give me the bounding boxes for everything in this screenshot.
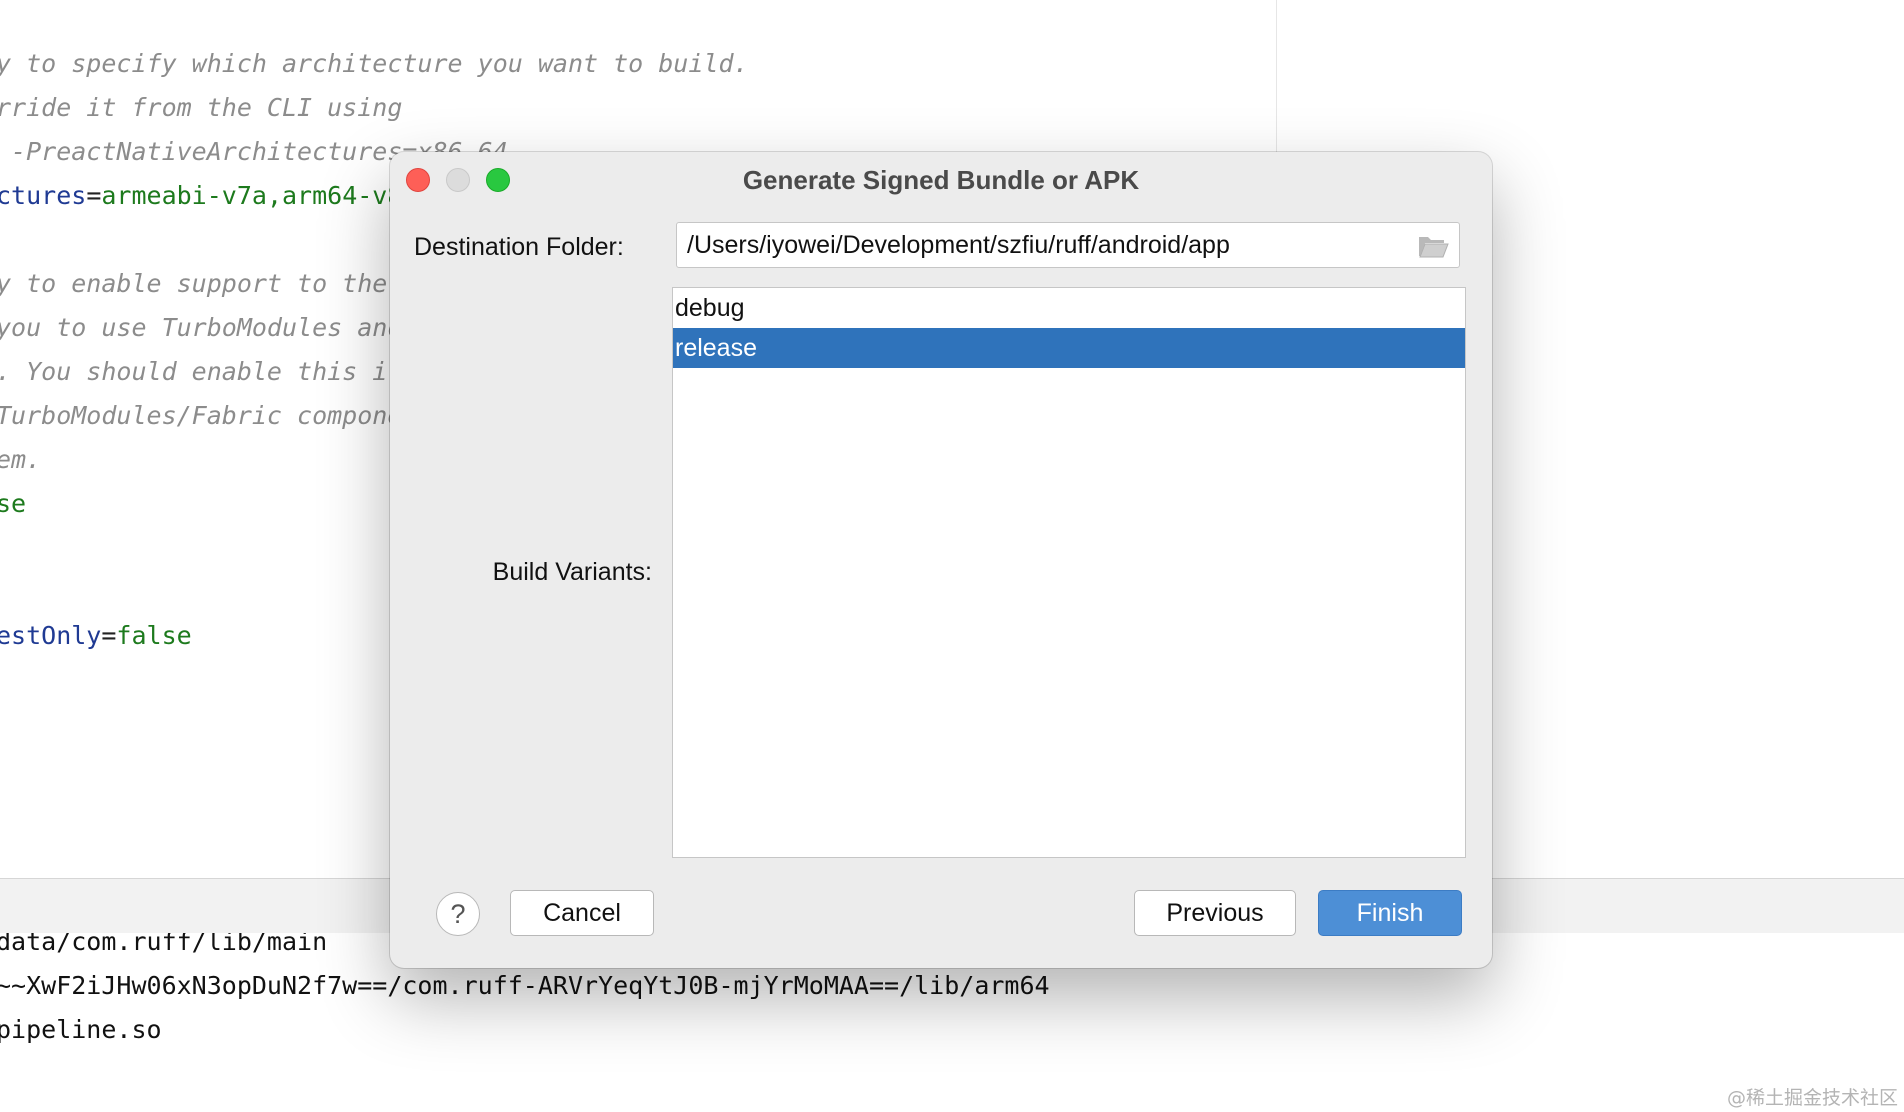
cancel-button[interactable]: Cancel xyxy=(510,890,654,936)
code-comment: y to enable support to the xyxy=(0,269,388,298)
property-key: estOnly xyxy=(0,621,102,650)
folder-browse-icon[interactable] xyxy=(1417,233,1449,259)
build-variants-label: Build Variants: xyxy=(492,558,652,586)
finish-button[interactable]: Finish xyxy=(1318,890,1462,936)
variant-item-release[interactable]: release xyxy=(673,328,1465,368)
watermark: @稀土掘金技术社区 xyxy=(1726,1087,1898,1109)
dialog-title: Generate Signed Bundle or APK xyxy=(742,165,1140,195)
previous-button[interactable]: Previous xyxy=(1134,890,1296,936)
code-line: rride it from the CLI using xyxy=(0,93,402,123)
code-line: TurboModules/Fabric components xyxy=(0,401,448,431)
equals-sign: = xyxy=(101,621,117,650)
code-comment: . You should enable this if xyxy=(0,357,403,386)
property-value: false xyxy=(116,621,192,650)
destination-folder-field[interactable]: /Users/iyowei/Development/szfiu/ruff/and… xyxy=(676,222,1460,268)
console-line: pipeline.so xyxy=(0,1015,162,1044)
console-line: ~~XwF2iJHw06xN3opDuN2f7w==/com.ruff-ARVr… xyxy=(0,971,1050,1000)
property-value: se xyxy=(0,489,27,518)
code-comment: you to use TurboModules and xyxy=(0,313,403,342)
code-line: se xyxy=(0,489,26,519)
code-comment: rride it from the CLI using xyxy=(0,93,403,122)
code-comment: y to specify which architecture you want… xyxy=(0,49,749,78)
build-variants-list[interactable]: debug release xyxy=(672,287,1466,858)
console-line: data/com.ruff/lib/main xyxy=(0,933,328,956)
code-line: y to enable support to the xyxy=(0,269,387,299)
code-line: you to use TurboModules and xyxy=(0,313,402,343)
code-line: estOnly=false xyxy=(0,621,192,651)
destination-folder-value: /Users/iyowei/Development/szfiu/ruff/and… xyxy=(687,231,1230,259)
variant-item-debug[interactable]: debug xyxy=(673,288,1465,328)
help-button[interactable]: ? xyxy=(436,892,480,936)
property-key: ctures xyxy=(0,181,87,210)
code-line: em. xyxy=(0,445,41,475)
code-line: . You should enable this if xyxy=(0,357,402,387)
generate-signed-bundle-dialog: Generate Signed Bundle or APK Destinatio… xyxy=(390,152,1492,968)
destination-folder-label: Destination Folder: xyxy=(414,233,624,261)
equals-sign: = xyxy=(86,181,102,210)
code-comment: TurboModules/Fabric components xyxy=(0,401,448,430)
code-comment: em. xyxy=(0,445,42,474)
code-line: y to specify which architecture you want… xyxy=(0,49,749,79)
